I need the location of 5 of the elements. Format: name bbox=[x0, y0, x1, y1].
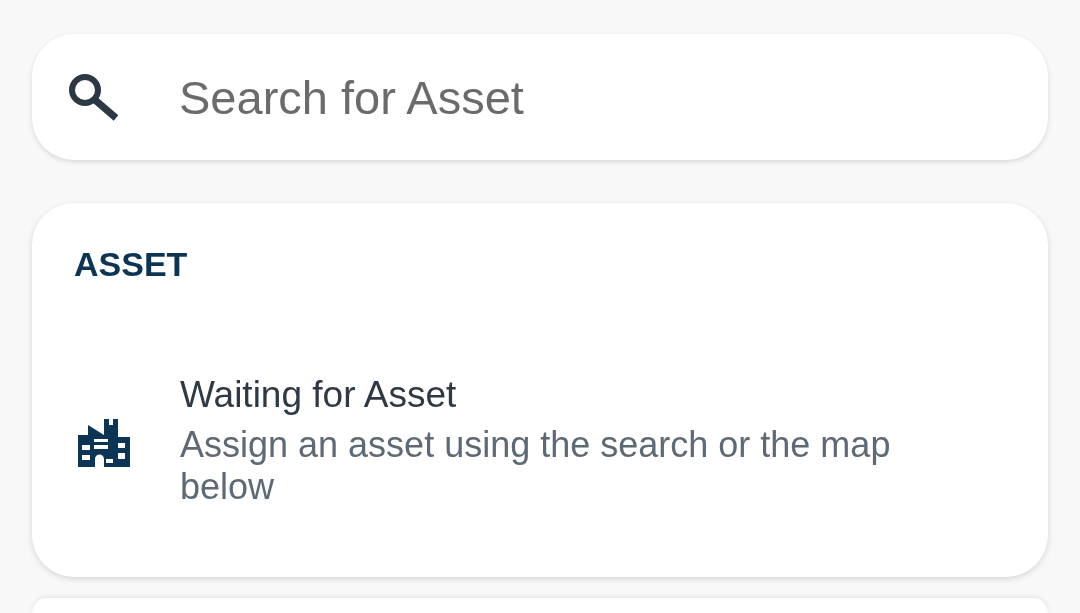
search-field[interactable]: Search for Asset bbox=[32, 34, 1048, 160]
search-icon bbox=[68, 73, 120, 121]
item-title: Waiting for Asset bbox=[180, 374, 457, 416]
item-description: Assign an asset using the search or the map below bbox=[180, 424, 892, 508]
section-heading: ASSET bbox=[74, 244, 188, 284]
